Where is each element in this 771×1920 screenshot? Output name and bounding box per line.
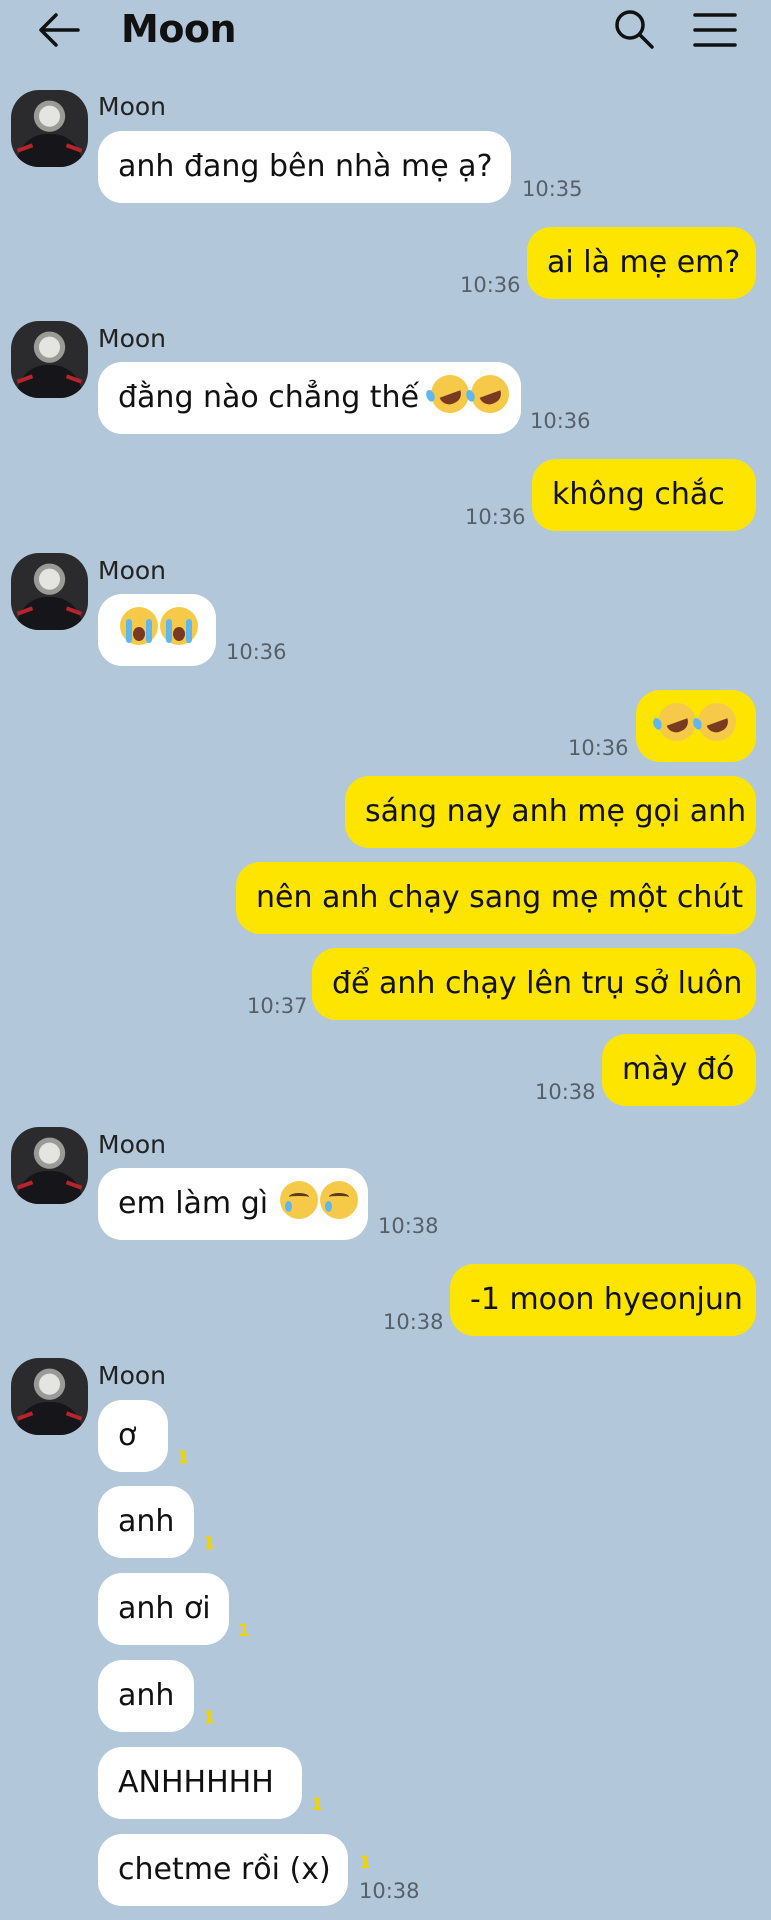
message-bubble-outgoing[interactable]: để anh chạy lên trụ sở luôn xyxy=(312,948,756,1020)
message-text: đằng nào chẳng thế xyxy=(118,380,420,415)
message-time: 10:36 xyxy=(226,640,287,664)
message-bubble-incoming[interactable]: anh đang bên nhà mẹ ạ? xyxy=(98,131,511,203)
unread-count: 1 xyxy=(359,1853,371,1873)
message-bubble-incoming[interactable]: ơ xyxy=(98,1400,168,1472)
avatar[interactable] xyxy=(11,1127,88,1204)
unread-count: 1 xyxy=(238,1621,250,1641)
avatar[interactable] xyxy=(11,1358,88,1435)
sender-name: Moon xyxy=(98,324,167,353)
message-text: chetme rồi (x) xyxy=(118,1852,331,1887)
loudly-crying-emoji-icon xyxy=(160,607,198,645)
message-bubble-incoming[interactable]: đằng nào chẳng thế xyxy=(98,362,521,434)
message-bubble-outgoing[interactable]: ai là mẹ em? xyxy=(527,227,756,299)
message-text: mày đó xyxy=(622,1052,735,1087)
rofl-emoji-icon xyxy=(692,697,742,747)
message-time: 10:37 xyxy=(247,994,308,1018)
sender-name: Moon xyxy=(98,556,167,585)
chat-header: Moon xyxy=(0,0,771,62)
message-text: -1 moon hyeonjun xyxy=(470,1282,743,1317)
message-time: 10:36 xyxy=(460,273,521,297)
message-time: 10:36 xyxy=(568,736,629,760)
unread-count: 1 xyxy=(203,1708,215,1728)
message-text: sáng nay anh mẹ gọi anh xyxy=(365,794,747,829)
avatar[interactable] xyxy=(11,90,88,167)
avatar[interactable] xyxy=(11,321,88,398)
hamburger-menu-icon[interactable] xyxy=(693,12,737,48)
smiling-with-tear-emoji-icon xyxy=(279,1181,318,1219)
message-bubble-outgoing[interactable]: nên anh chạy sang mẹ một chút xyxy=(236,862,756,934)
message-bubble-incoming[interactable]: anh xyxy=(98,1660,194,1732)
avatar[interactable] xyxy=(11,553,88,630)
rofl-emoji-icon xyxy=(465,369,514,419)
message-time: 10:38 xyxy=(535,1080,596,1104)
message-bubble-outgoing[interactable]: mày đó xyxy=(602,1034,756,1106)
message-text: anh ơi xyxy=(118,1591,211,1626)
message-bubble-outgoing[interactable]: không chắc xyxy=(532,459,756,531)
message-time: 10:38 xyxy=(378,1214,439,1238)
message-text: không chắc xyxy=(552,477,725,512)
sender-name: Moon xyxy=(98,1361,167,1390)
message-bubble-incoming[interactable] xyxy=(98,594,216,666)
message-bubble-incoming[interactable]: anh ơi xyxy=(98,1573,229,1645)
message-bubble-outgoing[interactable] xyxy=(636,690,756,762)
message-text: ơ xyxy=(118,1418,137,1453)
message-text: anh đang bên nhà mẹ ạ? xyxy=(118,149,493,184)
message-time: 10:35 xyxy=(522,177,583,201)
message-bubble-incoming[interactable]: anh xyxy=(98,1486,194,1558)
message-text: để anh chạy lên trụ sở luôn xyxy=(332,966,743,1001)
sender-name: Moon xyxy=(98,1130,167,1159)
message-text: em làm gì xyxy=(118,1186,269,1221)
message-text: anh xyxy=(118,1678,175,1713)
unread-count: 1 xyxy=(203,1534,215,1554)
message-text: ai là mẹ em? xyxy=(547,245,741,280)
message-text: ANHHHHH xyxy=(118,1765,274,1800)
message-bubble-outgoing[interactable]: sáng nay anh mẹ gọi anh xyxy=(345,776,756,848)
arrow-left-icon[interactable] xyxy=(38,12,80,48)
message-time: 10:36 xyxy=(465,505,526,529)
message-time: 10:38 xyxy=(383,1310,444,1334)
message-bubble-incoming[interactable]: em làm gì xyxy=(98,1168,368,1240)
message-time: 10:36 xyxy=(530,409,591,433)
chat-title: Moon xyxy=(121,7,237,51)
unread-count: 1 xyxy=(177,1448,189,1468)
unread-count: 1 xyxy=(311,1795,323,1815)
message-text: nên anh chạy sang mẹ một chút xyxy=(256,880,744,915)
message-text: anh xyxy=(118,1504,175,1539)
smiling-with-tear-emoji-icon xyxy=(319,1181,358,1219)
message-bubble-outgoing[interactable]: -1 moon hyeonjun xyxy=(450,1264,756,1336)
message-time: 10:38 xyxy=(359,1879,420,1903)
message-bubble-incoming[interactable]: chetme rồi (x) xyxy=(98,1834,348,1906)
message-bubble-incoming[interactable]: ANHHHHH xyxy=(98,1747,302,1819)
loudly-crying-emoji-icon xyxy=(120,607,158,645)
sender-name: Moon xyxy=(98,92,167,121)
search-icon[interactable] xyxy=(613,8,655,50)
